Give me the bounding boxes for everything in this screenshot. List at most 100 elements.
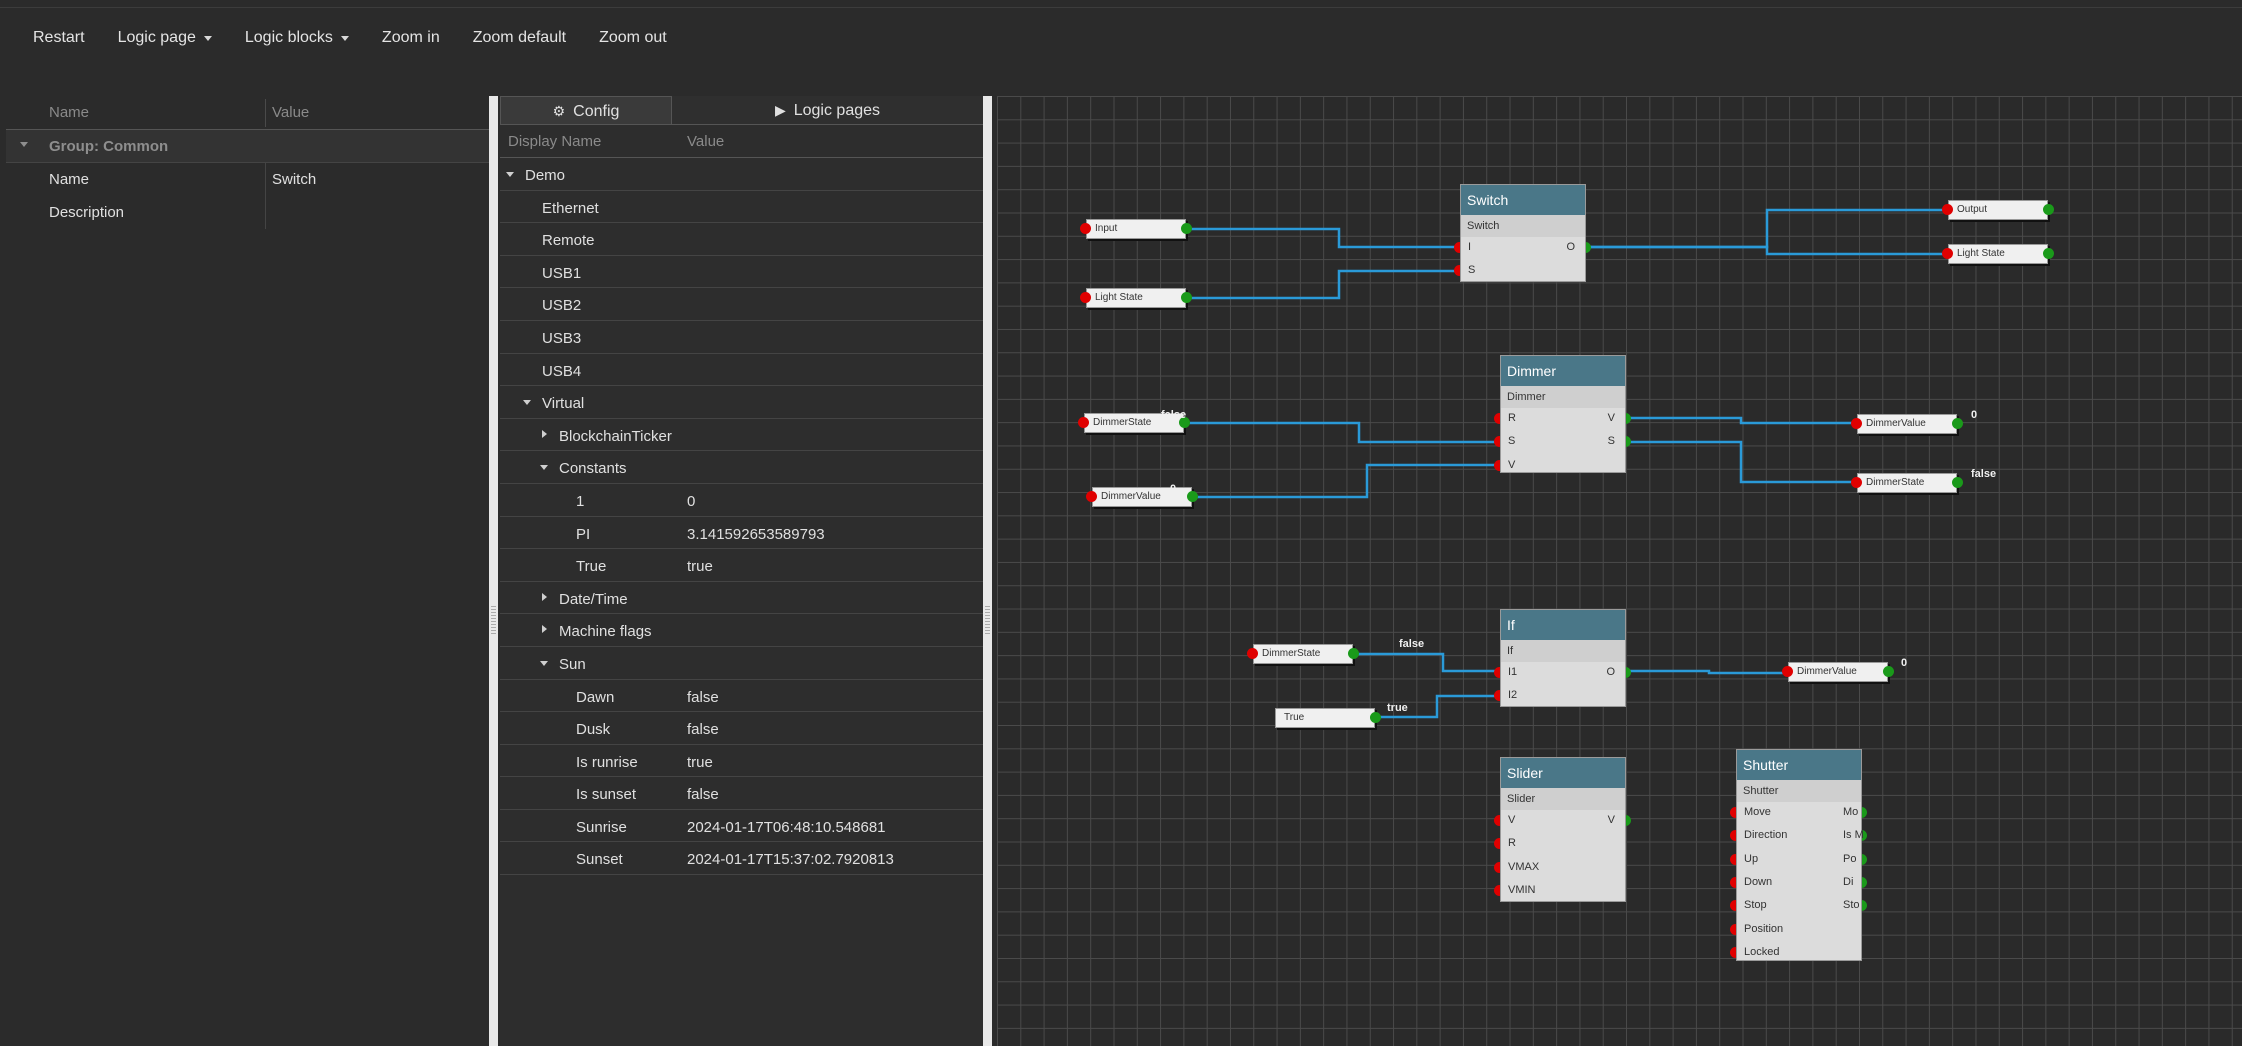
logic-block-switch[interactable]: Switch Switch I S O <box>1460 184 1586 282</box>
tree-row[interactable]: Is runrise true <box>500 745 983 778</box>
block-input-label: Move <box>1744 806 1771 818</box>
input-port-icon[interactable] <box>1782 666 1793 677</box>
input-port-icon[interactable] <box>1247 648 1258 659</box>
io-node[interactable]: True <box>1275 708 1375 728</box>
property-row-name[interactable]: Name Switch <box>6 163 489 196</box>
caret-right-icon[interactable] <box>542 592 547 601</box>
tree-row[interactable]: Sunset 2024-01-17T15:37:02.7920813 <box>500 842 983 876</box>
wire[interactable] <box>1188 421 1505 444</box>
column-header-value[interactable]: Value <box>272 104 309 121</box>
output-port-icon[interactable] <box>1952 418 1963 429</box>
tree-row[interactable]: BlockchainTicker <box>500 419 983 452</box>
tree-row[interactable]: Ethernet <box>500 191 983 224</box>
output-port-icon[interactable] <box>1187 491 1198 502</box>
tree-row[interactable]: Demo <box>500 158 983 191</box>
tree-row[interactable]: Date/Time <box>500 582 983 615</box>
output-port-icon[interactable] <box>1181 223 1192 234</box>
restart-button[interactable]: Restart <box>33 29 85 47</box>
tab-config[interactable]: ⚙ Config <box>500 96 672 124</box>
zoom-default-button[interactable]: Zoom default <box>473 29 566 47</box>
column-divider[interactable] <box>265 99 266 127</box>
logic-canvas[interactable]: Input Light State Output Light State DimmerS… <box>997 96 2242 1046</box>
zoom-out-button[interactable]: Zoom out <box>599 29 667 47</box>
io-node[interactable]: Output <box>1948 200 2048 220</box>
block-output-label: O <box>1566 241 1575 253</box>
tree-row[interactable]: USB4 <box>500 354 983 387</box>
wire[interactable] <box>1191 269 1465 300</box>
tree-row[interactable]: PI 3.141592653589793 <box>500 517 983 550</box>
tree-row-label: PI <box>576 525 591 543</box>
block-output-label: O <box>1606 666 1615 678</box>
output-port-icon[interactable] <box>1883 666 1894 677</box>
tree-row[interactable]: USB2 <box>500 288 983 321</box>
output-port-icon[interactable] <box>1181 292 1192 303</box>
output-port-icon[interactable] <box>2043 248 2054 259</box>
logic-page-dropdown[interactable]: Logic page <box>118 29 212 47</box>
wire[interactable] <box>1196 463 1505 499</box>
column-header-value[interactable]: Value <box>687 133 724 150</box>
caret-down-icon[interactable] <box>540 465 548 471</box>
io-node[interactable]: Input <box>1086 219 1186 239</box>
io-node[interactable]: Light State <box>1948 244 2048 264</box>
tree-row[interactable]: Sunrise 2024-01-17T06:48:10.548681 <box>500 810 983 843</box>
wire[interactable] <box>1589 245 1949 256</box>
input-port-icon[interactable] <box>1080 292 1091 303</box>
io-node[interactable]: DimmerValue <box>1788 662 1888 682</box>
right-splitter[interactable] <box>983 96 992 1046</box>
tree-row[interactable]: Dawn false <box>500 680 983 713</box>
logic-block-slider[interactable]: Slider Slider V R VMAX VMIN V <box>1500 757 1626 902</box>
output-port-icon[interactable] <box>1952 477 1963 488</box>
caret-down-icon[interactable] <box>523 400 531 406</box>
input-port-icon[interactable] <box>1942 204 1953 215</box>
io-node[interactable]: DimmerValue <box>1857 414 1957 434</box>
tree-row[interactable]: Is sunset false <box>500 777 983 810</box>
column-header-name[interactable]: Name <box>49 104 89 121</box>
input-port-icon[interactable] <box>1942 248 1953 259</box>
wire[interactable] <box>1629 440 1858 484</box>
input-port-icon[interactable] <box>1851 418 1862 429</box>
tree-row[interactable]: Virtual <box>500 386 983 419</box>
left-splitter[interactable] <box>489 96 498 1046</box>
tree-row[interactable]: USB1 <box>500 256 983 289</box>
wire[interactable] <box>1589 208 1949 249</box>
output-port-icon[interactable] <box>2043 204 2054 215</box>
input-port-icon[interactable] <box>1080 223 1091 234</box>
caret-right-icon[interactable] <box>542 429 547 438</box>
tree-row[interactable]: Constants <box>500 451 983 484</box>
tree-row[interactable]: Machine flags <box>500 614 983 647</box>
column-header-display-name[interactable]: Display Name <box>508 133 601 150</box>
logic-block-if[interactable]: If If I1 I2 O <box>1500 609 1626 707</box>
tree-row[interactable]: 10 <box>500 484 983 517</box>
input-port-icon[interactable] <box>1078 417 1089 428</box>
tab-logic-pages[interactable]: ▶ Logic pages <box>672 96 983 124</box>
logic-block-dimmer[interactable]: Dimmer Dimmer R S V V S <box>1500 355 1626 473</box>
config-tabs: ⚙ Config ▶ Logic pages <box>500 96 983 125</box>
property-row-description[interactable]: Description <box>6 196 489 229</box>
wire[interactable] <box>1191 227 1465 249</box>
tree-row[interactable]: USB3 <box>500 321 983 354</box>
io-node[interactable]: DimmerState <box>1857 473 1957 493</box>
io-node[interactable]: DimmerValue <box>1092 487 1192 507</box>
input-port-icon[interactable] <box>1851 477 1862 488</box>
logic-block-shutter[interactable]: Shutter Shutter Move Direction Up Down Stop Pos… <box>1736 749 1864 961</box>
block-title: Slider <box>1501 758 1625 788</box>
logic-blocks-dropdown[interactable]: Logic blocks <box>245 29 349 47</box>
tree-row[interactable]: Dusk false <box>500 712 983 745</box>
tree-row[interactable]: Sun <box>500 647 983 680</box>
io-node[interactable]: DimmerState <box>1253 644 1353 664</box>
property-value-name[interactable]: Switch <box>272 171 316 188</box>
tree-row[interactable]: Remote <box>500 223 983 256</box>
io-node[interactable]: Light State <box>1086 288 1186 308</box>
input-port-icon[interactable] <box>1086 491 1097 502</box>
caret-right-icon[interactable] <box>542 625 547 634</box>
wire[interactable] <box>1629 669 1789 675</box>
zoom-in-button[interactable]: Zoom in <box>382 29 440 47</box>
output-port-icon[interactable] <box>1348 648 1359 659</box>
wire[interactable] <box>1357 652 1505 673</box>
caret-down-icon[interactable] <box>540 660 548 666</box>
wire[interactable] <box>1629 416 1858 425</box>
property-group-common[interactable]: Group: Common <box>6 130 489 163</box>
caret-down-icon[interactable] <box>506 172 514 177</box>
output-port-icon[interactable] <box>1370 712 1381 723</box>
tree-row[interactable]: True true <box>500 549 983 582</box>
